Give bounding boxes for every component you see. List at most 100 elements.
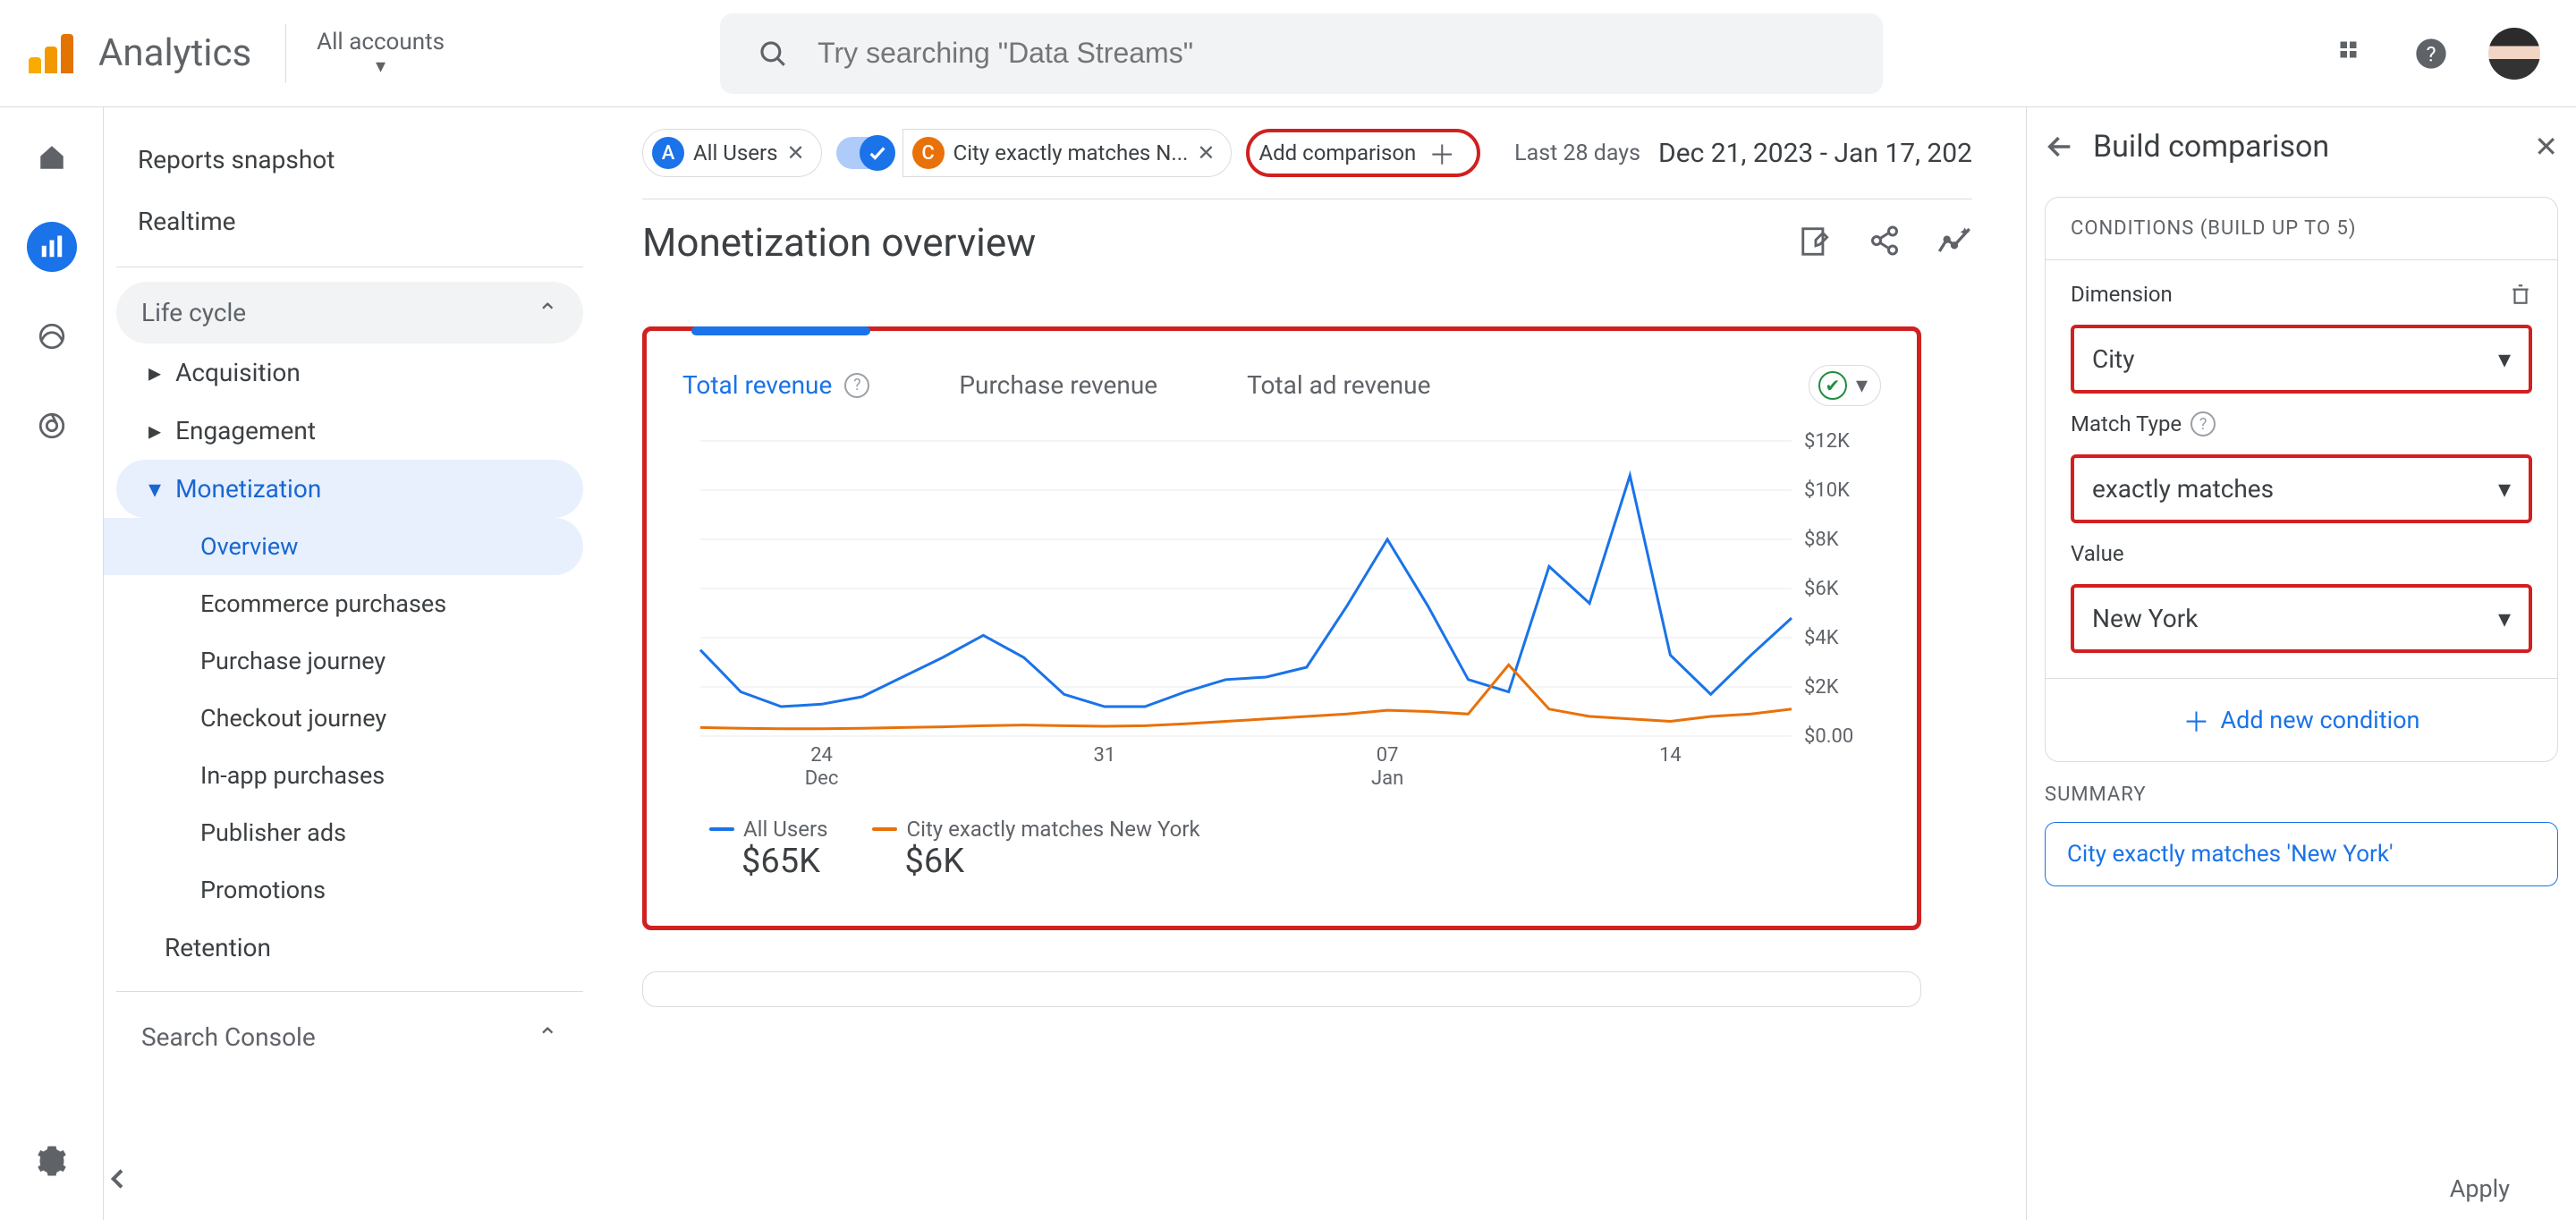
sidebar-monetization[interactable]: ▾ Monetization bbox=[116, 460, 583, 518]
analytics-logo-icon bbox=[29, 34, 73, 73]
sidebar-ecommerce-purchases[interactable]: Ecommerce purchases bbox=[116, 575, 583, 632]
chip-dot-a: A bbox=[652, 137, 684, 169]
search-icon bbox=[752, 32, 792, 75]
date-range-picker[interactable]: Last 28 days Dec 21, 2023 - Jan 17, 202 bbox=[1514, 138, 1972, 169]
chip-city-match[interactable]: C City exactly matches N... ✕ bbox=[902, 129, 1233, 177]
apply-button[interactable]: Apply bbox=[2419, 1160, 2540, 1217]
chevron-down-icon: ▾ bbox=[2498, 604, 2511, 633]
chip-all-users[interactable]: A All Users ✕ bbox=[642, 129, 822, 177]
sidebar-acquisition[interactable]: ▸ Acquisition bbox=[116, 343, 583, 402]
svg-text:$6K: $6K bbox=[1804, 578, 1839, 600]
legend-all-users: All Users $65K bbox=[709, 817, 827, 881]
build-comparison-panel: Build comparison ✕ CONDITIONS (BUILD UP … bbox=[2026, 107, 2576, 1220]
top-bar: Analytics All accounts ▾ ? bbox=[0, 0, 2576, 107]
apps-grid-icon[interactable] bbox=[2331, 32, 2374, 75]
svg-text:07: 07 bbox=[1377, 744, 1399, 767]
rail-explore-icon[interactable] bbox=[27, 311, 77, 361]
summary-heading: SUMMARY bbox=[2045, 784, 2558, 806]
chevron-down-icon: ▾ bbox=[1856, 372, 1868, 399]
sidebar-retention[interactable]: Retention bbox=[116, 919, 583, 977]
plus-icon: ＋ bbox=[1428, 133, 1455, 173]
conditions-heading: CONDITIONS (BUILD UP TO 5) bbox=[2046, 198, 2557, 260]
revenue-chart-card: Total revenue ? Purchase revenue Total a… bbox=[642, 326, 1921, 930]
chip-dot-c: C bbox=[912, 137, 945, 169]
comparison-toggle[interactable] bbox=[836, 137, 894, 169]
accounts-label: All accounts bbox=[317, 29, 445, 55]
add-condition-button[interactable]: ＋ Add new condition bbox=[2046, 678, 2557, 761]
search-bar[interactable] bbox=[720, 13, 1883, 94]
svg-text:Jan: Jan bbox=[1371, 767, 1403, 790]
add-comparison-button[interactable]: Add comparison ＋ bbox=[1246, 129, 1480, 177]
sidebar-checkout-journey[interactable]: Checkout journey bbox=[116, 690, 583, 747]
share-icon[interactable] bbox=[1868, 225, 1901, 260]
chevron-down-icon: ▾ bbox=[2498, 474, 2511, 504]
svg-text:$8K: $8K bbox=[1804, 529, 1839, 551]
svg-text:$12K: $12K bbox=[1804, 432, 1850, 453]
close-icon[interactable]: ✕ bbox=[2534, 130, 2558, 164]
main-content: A All Users ✕ C City exactly matches N..… bbox=[596, 107, 2026, 1220]
legend-city: City exactly matches New York $6K bbox=[872, 817, 1199, 881]
chevron-up-icon: ⌃ bbox=[538, 1022, 558, 1052]
close-icon[interactable]: ✕ bbox=[786, 140, 804, 165]
search-input[interactable] bbox=[818, 37, 1851, 70]
help-icon[interactable]: ? bbox=[2410, 32, 2453, 75]
panel-title: Build comparison bbox=[2093, 129, 2516, 165]
page-title: Monetization overview bbox=[642, 219, 1036, 266]
svg-text:Dec: Dec bbox=[805, 767, 839, 790]
matchtype-select[interactable]: exactly matches ▾ bbox=[2071, 454, 2532, 523]
chevron-down-icon: ▾ bbox=[2498, 344, 2511, 374]
insights-icon[interactable] bbox=[1936, 225, 1972, 260]
sidebar-lifecycle-section[interactable]: Life cycle ⌃ bbox=[116, 282, 583, 343]
sidebar-promotions[interactable]: Promotions bbox=[116, 861, 583, 919]
sidebar: Reports snapshot Realtime Life cycle ⌃ ▸… bbox=[104, 107, 596, 1220]
sidebar-realtime[interactable]: Realtime bbox=[116, 191, 583, 252]
chart-status-pill[interactable]: ✔ ▾ bbox=[1809, 365, 1881, 406]
accounts-dropdown[interactable]: All accounts ▾ bbox=[317, 29, 445, 78]
sidebar-publisher-ads[interactable]: Publisher ads bbox=[116, 804, 583, 861]
tab-purchase-revenue[interactable]: Purchase revenue bbox=[959, 370, 1157, 400]
tab-total-ad-revenue[interactable]: Total ad revenue bbox=[1247, 370, 1430, 400]
value-label: Value bbox=[2071, 541, 2124, 566]
sidebar-purchase-journey[interactable]: Purchase journey bbox=[116, 632, 583, 690]
avatar[interactable] bbox=[2488, 28, 2540, 80]
dimension-label: Dimension bbox=[2071, 282, 2173, 307]
svg-text:$2K: $2K bbox=[1804, 676, 1839, 699]
sidebar-engagement[interactable]: ▸ Engagement bbox=[116, 402, 583, 460]
chevron-up-icon: ⌃ bbox=[538, 298, 558, 327]
rail-advertising-icon[interactable] bbox=[27, 401, 77, 451]
app-name: Analytics bbox=[98, 31, 251, 75]
conditions-card: CONDITIONS (BUILD UP TO 5) Dimension Cit… bbox=[2045, 197, 2558, 762]
sidebar-reports-snapshot[interactable]: Reports snapshot bbox=[116, 129, 583, 191]
sidebar-monetization-overview[interactable]: Overview bbox=[104, 518, 583, 575]
back-arrow-icon[interactable] bbox=[2045, 131, 2075, 162]
rail-home-icon[interactable] bbox=[27, 132, 77, 182]
caret-right-icon: ▸ bbox=[148, 358, 161, 387]
sidebar-collapse-icon[interactable] bbox=[104, 1165, 596, 1193]
checkmark-icon: ✔ bbox=[1818, 371, 1847, 400]
caret-right-icon: ▸ bbox=[148, 416, 161, 445]
trash-icon[interactable] bbox=[2509, 283, 2532, 306]
tab-total-revenue[interactable]: Total revenue ? bbox=[682, 370, 869, 400]
rail-reports-icon[interactable] bbox=[27, 222, 77, 272]
left-rail bbox=[0, 107, 104, 1220]
help-icon[interactable]: ? bbox=[2190, 411, 2216, 436]
next-card-placeholder bbox=[642, 971, 1921, 1007]
chevron-down-icon: ▾ bbox=[317, 55, 445, 78]
rail-admin-gear-icon[interactable] bbox=[27, 1136, 77, 1186]
help-icon[interactable]: ? bbox=[844, 373, 869, 398]
dimension-select[interactable]: City ▾ bbox=[2071, 325, 2532, 394]
close-icon[interactable]: ✕ bbox=[1197, 140, 1215, 165]
value-select[interactable]: New York ▾ bbox=[2071, 584, 2532, 653]
customize-report-icon[interactable] bbox=[1799, 225, 1833, 260]
plus-icon: ＋ bbox=[2183, 700, 2210, 740]
sidebar-search-console-section[interactable]: Search Console ⌃ bbox=[116, 1006, 583, 1068]
sidebar-inapp-purchases[interactable]: In-app purchases bbox=[116, 747, 583, 804]
line-chart: $0.00$2K$4K$6K$8K$10K$12K 1424Dec3107Jan bbox=[682, 432, 1890, 790]
svg-text:?: ? bbox=[2426, 41, 2436, 66]
svg-text:24: 24 bbox=[810, 744, 833, 767]
summary-pill[interactable]: City exactly matches 'New York' bbox=[2045, 822, 2558, 886]
svg-text:31: 31 bbox=[1093, 744, 1115, 767]
matchtype-label: Match Type bbox=[2071, 411, 2182, 436]
caret-down-icon: ▾ bbox=[148, 474, 161, 504]
svg-text:$4K: $4K bbox=[1804, 627, 1839, 649]
